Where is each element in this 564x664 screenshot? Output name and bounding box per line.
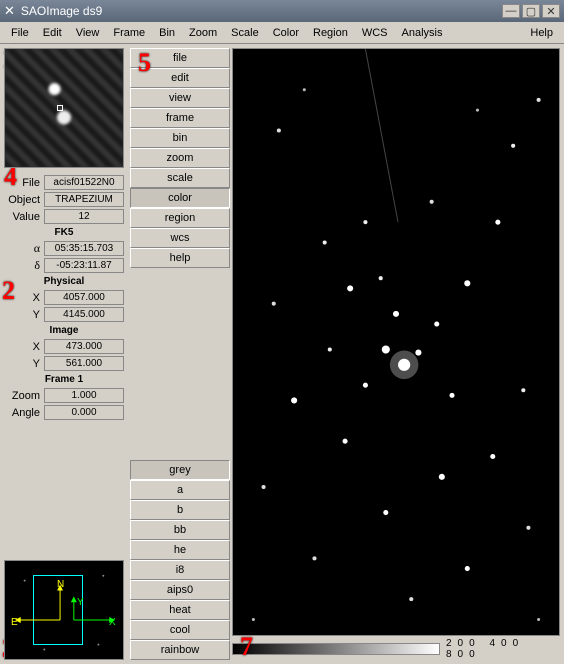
- color-btn-b[interactable]: b: [130, 500, 230, 520]
- delta-value: -05:23:11.87: [44, 258, 124, 273]
- compass-n-label: N: [57, 579, 64, 590]
- titlebar: ✕ SAOImage ds9 — ▢ ✕: [0, 0, 564, 22]
- color-btn-a[interactable]: a: [130, 480, 230, 500]
- colorbar[interactable]: [232, 643, 440, 655]
- object-value: TRAPEZIUM: [44, 192, 124, 207]
- menu-edit[interactable]: Edit: [36, 27, 69, 39]
- menu-color[interactable]: Color: [266, 27, 306, 39]
- app-icon: ✕: [4, 3, 15, 19]
- phys-y-label: Y: [4, 309, 44, 321]
- color-btn-aips0[interactable]: aips0: [130, 580, 230, 600]
- maximize-button[interactable]: ▢: [522, 4, 540, 18]
- starfield-icon: [233, 49, 559, 636]
- zoom-label: Zoom: [4, 390, 44, 402]
- vbtn-frame[interactable]: frame: [130, 108, 230, 128]
- img-x-value: 473.000: [44, 339, 124, 354]
- menu-wcs[interactable]: WCS: [355, 27, 395, 39]
- object-label: Object: [4, 194, 44, 206]
- color-btn-grey[interactable]: grey: [130, 460, 230, 480]
- phys-y-value: 4145.000: [44, 307, 124, 322]
- vbtn-region[interactable]: region: [130, 208, 230, 228]
- frame-header: Frame 1: [4, 372, 124, 387]
- image-header: Image: [4, 323, 124, 338]
- angle-value: 0.000: [44, 405, 124, 420]
- color-btn-heat[interactable]: heat: [130, 600, 230, 620]
- menu-frame[interactable]: Frame: [106, 27, 152, 39]
- alpha-label: α: [4, 241, 44, 256]
- vbtn-help[interactable]: help: [130, 248, 230, 268]
- vbtn-bin[interactable]: bin: [130, 128, 230, 148]
- img-y-value: 561.000: [44, 356, 124, 371]
- file-value: acisf01522N0: [44, 175, 124, 190]
- menu-bin[interactable]: Bin: [152, 27, 182, 39]
- cursor-box-icon: [57, 105, 63, 111]
- menu-scale[interactable]: Scale: [224, 27, 266, 39]
- physical-header: Physical: [4, 274, 124, 289]
- image-view[interactable]: [232, 48, 560, 636]
- vbtn-color[interactable]: color: [130, 188, 230, 208]
- window-title: SAOImage ds9: [21, 4, 500, 18]
- menu-file[interactable]: File: [4, 27, 36, 39]
- menu-help[interactable]: Help: [523, 27, 560, 39]
- panner-panel[interactable]: N E Y X: [4, 560, 124, 660]
- menubar: File Edit View Frame Bin Zoom Scale Colo…: [0, 22, 564, 44]
- vbtn-zoom[interactable]: zoom: [130, 148, 230, 168]
- colorbar-ticks: 200 400 800: [440, 638, 560, 660]
- phys-x-label: X: [4, 292, 44, 304]
- zoom-value: 1.000: [44, 388, 124, 403]
- file-label: File: [4, 177, 44, 189]
- img-y-label: Y: [4, 358, 44, 370]
- color-btn-bb[interactable]: bb: [130, 520, 230, 540]
- vbtn-wcs[interactable]: wcs: [130, 228, 230, 248]
- menu-region[interactable]: Region: [306, 27, 355, 39]
- vbtn-view[interactable]: view: [130, 88, 230, 108]
- vbtn-scale[interactable]: scale: [130, 168, 230, 188]
- menu-zoom[interactable]: Zoom: [182, 27, 224, 39]
- info-panel: Fileacisf01522N0 ObjectTRAPEZIUM Value12…: [0, 44, 128, 664]
- img-x-label: X: [4, 341, 44, 353]
- delta-label: δ: [4, 258, 44, 273]
- close-button[interactable]: ✕: [542, 4, 560, 18]
- vbtn-edit[interactable]: edit: [130, 68, 230, 88]
- color-btn-rainbow[interactable]: rainbow: [130, 640, 230, 660]
- value-label: Value: [4, 211, 44, 223]
- color-btn-i8[interactable]: i8: [130, 560, 230, 580]
- color-btn-cool[interactable]: cool: [130, 620, 230, 640]
- vbtn-file[interactable]: file: [130, 48, 230, 68]
- fk5-header: FK5: [4, 225, 124, 240]
- button-column: fileeditviewframebinzoomscalecolorregion…: [128, 44, 232, 664]
- angle-label: Angle: [4, 407, 44, 419]
- phys-x-value: 4057.000: [44, 290, 124, 305]
- minimize-button[interactable]: —: [502, 4, 520, 18]
- alpha-value: 05:35:15.703: [44, 241, 124, 256]
- compass-x-label: X: [109, 617, 116, 628]
- menu-view[interactable]: View: [69, 27, 107, 39]
- magnifier-panel[interactable]: [4, 48, 124, 168]
- value-value: 12: [44, 209, 124, 224]
- menu-analysis[interactable]: Analysis: [395, 27, 450, 39]
- color-btn-he[interactable]: he: [130, 540, 230, 560]
- compass-e-label: E: [11, 617, 18, 628]
- compass-y-label: Y: [77, 597, 84, 608]
